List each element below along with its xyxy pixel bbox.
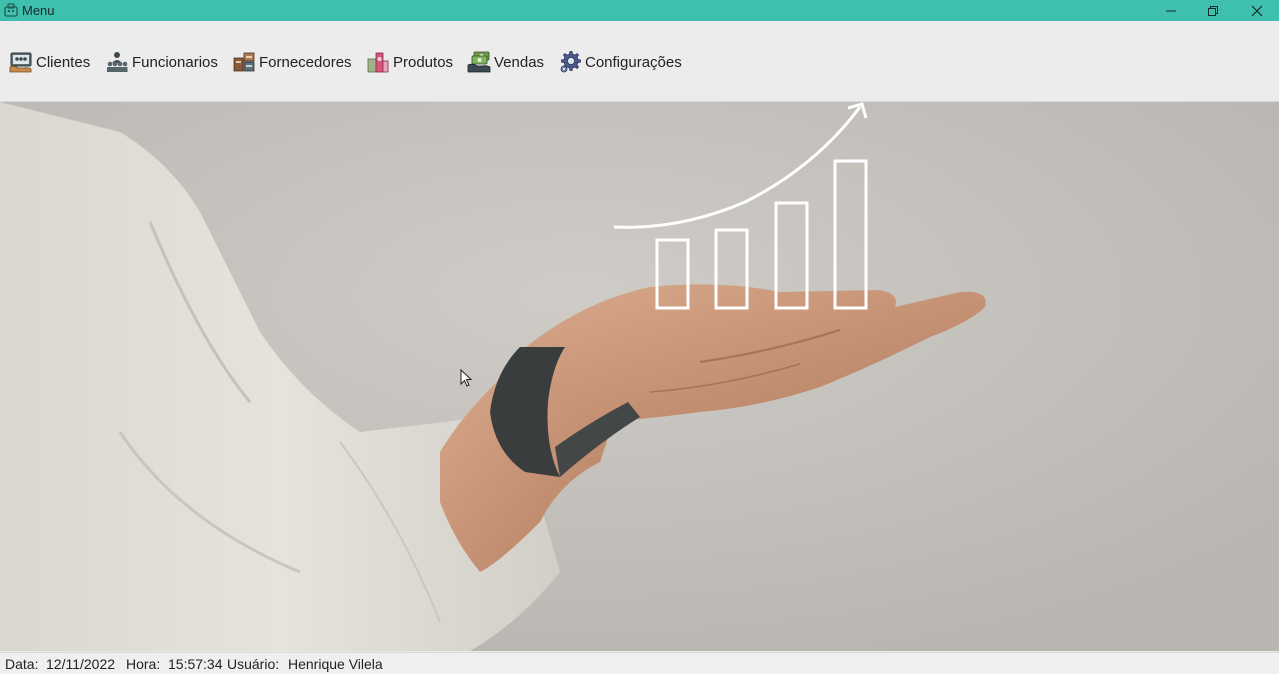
- settings-gear-icon: [560, 51, 581, 73]
- menu-item-vendas[interactable]: Vendas: [467, 48, 544, 76]
- main-window: Menu Clientes Funcionarios Fornecedores …: [0, 0, 1279, 674]
- suppliers-icon: [233, 52, 255, 72]
- status-bar: Data: 12/11/2022 Hora: 15:57:34 Usuário:…: [0, 652, 1279, 674]
- menu-item-funcionarios[interactable]: Funcionarios: [105, 48, 218, 76]
- hand-with-growth-chart-image: [0, 102, 1279, 651]
- menu-item-configuracoes[interactable]: Configurações: [558, 48, 682, 76]
- menu-item-produtos[interactable]: Produtos: [366, 48, 453, 76]
- user-label: Usuário:: [227, 656, 280, 672]
- employees-icon: [107, 52, 128, 72]
- maximize-icon: [1208, 5, 1218, 16]
- close-button[interactable]: [1236, 0, 1278, 21]
- app-icon: [4, 3, 18, 17]
- menu-item-clientes[interactable]: Clientes: [9, 48, 90, 76]
- maximize-button[interactable]: [1192, 0, 1234, 21]
- products-icon: [367, 52, 389, 73]
- menu-item-fornecedores[interactable]: Fornecedores: [232, 48, 352, 76]
- menu-bar: Clientes Funcionarios Fornecedores Produ…: [0, 21, 1279, 102]
- user-value: Henrique Vilela: [288, 656, 383, 672]
- date-value: 12/11/2022: [46, 656, 116, 672]
- time-value: 15:57:34: [168, 656, 223, 672]
- minimize-icon: [1166, 10, 1176, 11]
- hero-image: [0, 102, 1279, 651]
- clients-icon: [9, 52, 32, 73]
- sales-icon: [467, 51, 491, 73]
- close-icon: [1251, 5, 1263, 16]
- minimize-button[interactable]: [1150, 0, 1192, 21]
- date-label: Data:: [5, 656, 39, 672]
- time-label: Hora:: [126, 656, 161, 672]
- window-title: Menu: [22, 3, 55, 18]
- title-bar[interactable]: Menu: [0, 0, 1279, 21]
